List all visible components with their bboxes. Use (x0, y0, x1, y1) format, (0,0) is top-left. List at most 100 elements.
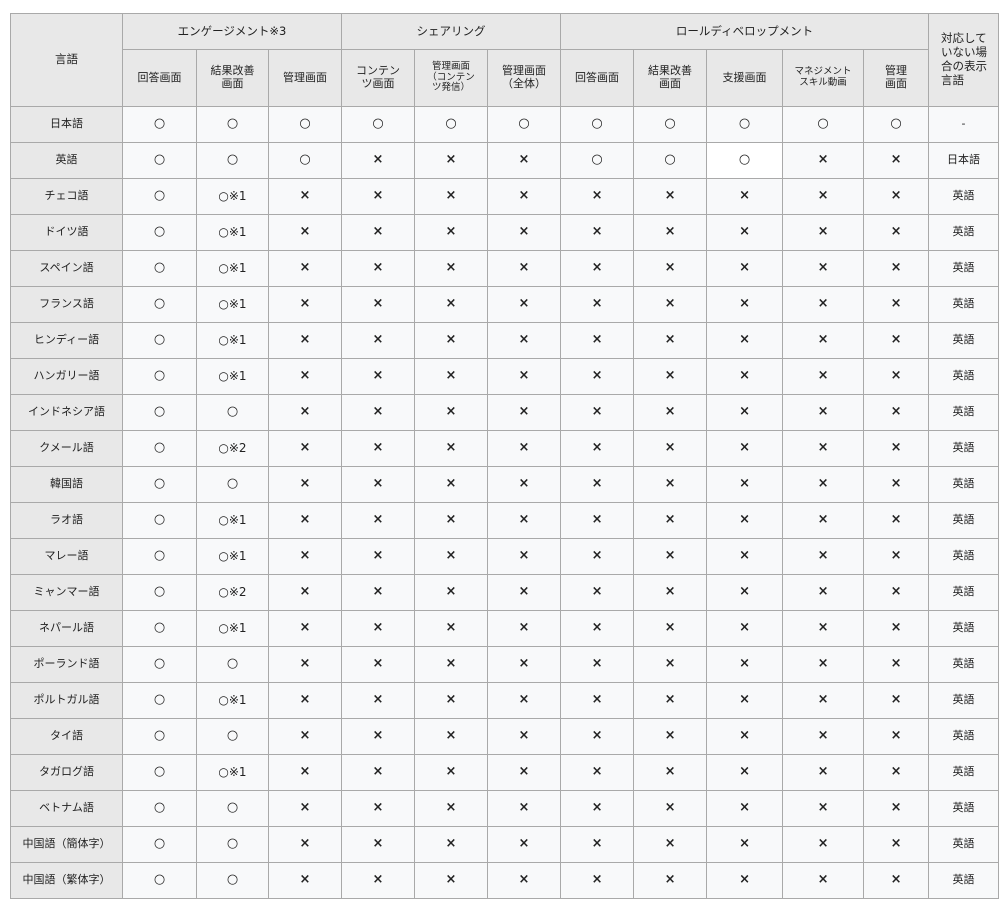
unsupported-mark: × (268, 574, 342, 611)
unsupported-mark: × (782, 322, 865, 359)
supported-mark: ○ (196, 394, 269, 431)
unsupported-mark: × (486, 538, 562, 575)
unsupported-mark: × (268, 178, 342, 215)
unsupported-mark: × (863, 538, 930, 575)
supported-mark: ○ (706, 106, 784, 143)
unsupported-mark: × (782, 214, 865, 251)
fallback-language-cell: 英語 (928, 502, 1000, 539)
table-row: 中国語（簡体字） ○ ○ × × × × × × × × × 英語 (10, 826, 1000, 863)
unsupported-mark: × (782, 142, 865, 179)
supported-mark: ○ (196, 790, 269, 827)
supported-mark: ○※2 (196, 574, 269, 611)
header-column-row: 回答画面 結果改善 画面 管理画面 コンテン ツ画面 管理画面 （コンテン ツ発信） 管理画面 （全… (11, 49, 999, 107)
table-row: チェコ語 ○ ○※1 × × × × × × × × × 英語 (10, 178, 1000, 215)
unsupported-mark: × (560, 214, 635, 251)
supported-mark: ○ (196, 718, 269, 755)
supported-mark: ○ (706, 142, 784, 179)
unsupported-mark: × (633, 214, 708, 251)
unsupported-mark: × (863, 178, 930, 215)
unsupported-mark: × (706, 430, 784, 467)
supported-mark: ○ (486, 106, 562, 143)
supported-mark: ○ (122, 142, 197, 179)
supported-mark: ○ (122, 502, 197, 539)
language-name-cell: ヒンディー語 (10, 322, 123, 359)
unsupported-mark: × (414, 610, 488, 647)
unsupported-mark: × (414, 862, 488, 899)
table-row: ラオ語 ○ ○※1 × × × × × × × × × 英語 (10, 502, 1000, 539)
unsupported-mark: × (560, 610, 635, 647)
unsupported-mark: × (863, 322, 930, 359)
language-name-cell: 日本語 (10, 106, 123, 143)
fallback-language-cell: 英語 (928, 538, 1000, 575)
supported-mark: ○※1 (196, 286, 269, 323)
table-row: 英語 ○ ○ ○ × × × ○ ○ ○ × × 日本語 (10, 142, 1000, 179)
language-name-cell: タガログ語 (10, 754, 123, 791)
unsupported-mark: × (633, 466, 708, 503)
supported-mark: ○※1 (196, 538, 269, 575)
unsupported-mark: × (782, 610, 865, 647)
fallback-language-cell: 英語 (928, 574, 1000, 611)
fallback-language-cell: 英語 (928, 862, 1000, 899)
unsupported-mark: × (414, 286, 488, 323)
language-name-cell: ポルトガル語 (10, 682, 123, 719)
unsupported-mark: × (341, 502, 415, 539)
unsupported-mark: × (414, 682, 488, 719)
fallback-language-cell: 英語 (928, 286, 1000, 323)
unsupported-mark: × (633, 286, 708, 323)
supported-mark: ○ (122, 214, 197, 251)
unsupported-mark: × (560, 718, 635, 755)
language-name-cell: ハンガリー語 (10, 358, 123, 395)
unsupported-mark: × (782, 538, 865, 575)
supported-mark: ○※1 (196, 610, 269, 647)
unsupported-mark: × (414, 790, 488, 827)
fallback-language-cell: 英語 (928, 394, 1000, 431)
unsupported-mark: × (706, 718, 784, 755)
unsupported-mark: × (341, 610, 415, 647)
table-header: 言語 エンゲージメント※3 シェアリング ロールディベロップメント 対応して いない場合… (10, 13, 1000, 107)
supported-mark: ○ (196, 826, 269, 863)
unsupported-mark: × (782, 862, 865, 899)
fallback-language-cell: 英語 (928, 718, 1000, 755)
supported-mark: ○ (863, 106, 930, 143)
unsupported-mark: × (486, 718, 562, 755)
unsupported-mark: × (486, 826, 562, 863)
fallback-language-cell: 英語 (928, 754, 1000, 791)
supported-mark: ○ (122, 574, 197, 611)
unsupported-mark: × (633, 178, 708, 215)
language-name-cell: タイ語 (10, 718, 123, 755)
unsupported-mark: × (782, 646, 865, 683)
unsupported-mark: × (633, 574, 708, 611)
unsupported-mark: × (560, 358, 635, 395)
unsupported-mark: × (633, 394, 708, 431)
unsupported-mark: × (486, 430, 562, 467)
unsupported-mark: × (560, 394, 635, 431)
unsupported-mark: × (560, 574, 635, 611)
unsupported-mark: × (268, 538, 342, 575)
unsupported-mark: × (268, 430, 342, 467)
unsupported-mark: × (863, 682, 930, 719)
unsupported-mark: × (414, 574, 488, 611)
unsupported-mark: × (486, 466, 562, 503)
unsupported-mark: × (633, 646, 708, 683)
fallback-language-cell: 英語 (928, 250, 1000, 287)
column-header: 結果改善 画面 (196, 49, 269, 107)
table-row: ヒンディー語 ○ ○※1 × × × × × × × × × 英語 (10, 322, 1000, 359)
unsupported-mark: × (782, 286, 865, 323)
language-name-cell: ラオ語 (10, 502, 123, 539)
unsupported-mark: × (486, 178, 562, 215)
supported-mark: ○※1 (196, 682, 269, 719)
unsupported-mark: × (414, 178, 488, 215)
unsupported-mark: × (706, 754, 784, 791)
supported-mark: ○ (196, 142, 269, 179)
unsupported-mark: × (782, 754, 865, 791)
supported-mark: ○ (122, 862, 197, 899)
supported-mark: ○ (196, 862, 269, 899)
supported-mark: ○ (122, 178, 197, 215)
table-body: 日本語 ○ ○ ○ ○ ○ ○ ○ ○ ○ ○ ○ - 英語 ○ ○ ○ × × × ○ ○ ○ × × 日本語 チェコ語 ○ ○※1 ×… (10, 106, 1000, 899)
table-row: クメール語 ○ ○※2 × × × × × × × × × 英語 (10, 430, 1000, 467)
language-support-table: 言語 エンゲージメント※3 シェアリング ロールディベロップメント 対応して いない場合… (10, 13, 1000, 899)
table-row: ポーランド語 ○ ○ × × × × × × × × × 英語 (10, 646, 1000, 683)
unsupported-mark: × (268, 682, 342, 719)
unsupported-mark: × (706, 466, 784, 503)
unsupported-mark: × (414, 430, 488, 467)
